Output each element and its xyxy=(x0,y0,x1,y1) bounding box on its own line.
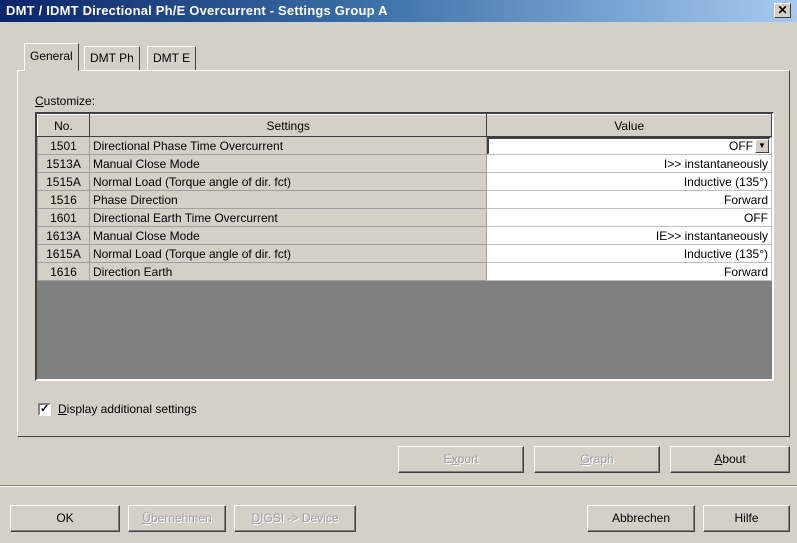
title-bar: DMT / IDMT Directional Ph/E Overcurrent … xyxy=(0,0,797,22)
tab-dmt-ph[interactable]: DMT Ph xyxy=(84,46,140,70)
tab-dmt-e[interactable]: DMT E xyxy=(147,46,197,70)
ok-button[interactable]: OK xyxy=(10,505,120,532)
tab-general[interactable]: General xyxy=(24,43,79,71)
graph-button[interactable]: Graph xyxy=(534,446,660,473)
cancel-button[interactable]: Abbrechen xyxy=(587,505,695,532)
help-button[interactable]: Hilfe xyxy=(703,505,790,532)
digsi-to-device-button[interactable]: DIGSI -> Device xyxy=(234,505,356,532)
window-title: DMT / IDMT Directional Ph/E Overcurrent … xyxy=(6,3,388,18)
export-button[interactable]: Export xyxy=(398,446,524,473)
uebernehmen-button[interactable]: Übernehmen xyxy=(128,505,226,532)
about-button[interactable]: About xyxy=(670,446,790,473)
close-button[interactable]: ✕ xyxy=(774,3,791,18)
tab-panel-general xyxy=(17,70,790,437)
separator xyxy=(0,485,797,487)
close-icon: ✕ xyxy=(777,3,788,17)
